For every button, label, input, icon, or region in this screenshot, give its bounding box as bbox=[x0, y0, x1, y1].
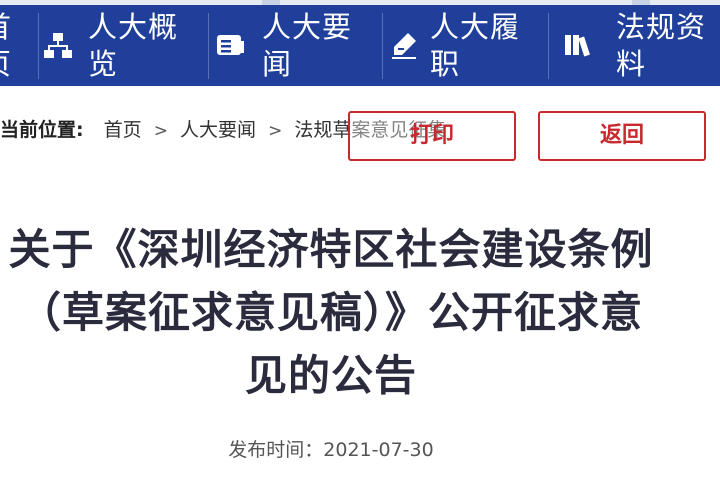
nav-item-news[interactable]: 人大要 闻 bbox=[212, 5, 382, 86]
breadcrumb-label: 当前位置: bbox=[0, 119, 84, 141]
print-button[interactable]: 打印 bbox=[348, 111, 516, 161]
nav-item-label: 法规资 料 bbox=[616, 10, 707, 81]
nav-divider bbox=[208, 13, 209, 79]
main-nav: 首 页 人大概 览 bbox=[0, 5, 720, 86]
news-card-icon bbox=[216, 31, 244, 59]
nav-item-label: 人大概 览 bbox=[88, 10, 179, 81]
books-icon bbox=[564, 31, 592, 59]
nav-item-regulations[interactable]: 法规资 料 bbox=[560, 5, 720, 86]
publish-date: 发布时间：2021-07-30 bbox=[228, 439, 434, 461]
nav-item-label: 人大要 闻 bbox=[262, 10, 353, 81]
article-title: 关于《深圳经济特区社会建设条例（草案征求意见稿）》公开征求意见的公告 bbox=[8, 225, 654, 400]
pen-signature-icon bbox=[390, 31, 418, 59]
breadcrumb-link-home[interactable]: 首页 bbox=[104, 119, 142, 141]
nav-item-overview[interactable]: 人大概 览 bbox=[40, 5, 208, 86]
breadcrumb-separator: > bbox=[268, 121, 283, 141]
breadcrumb-separator: > bbox=[153, 121, 168, 141]
nav-item-duties[interactable]: 人大履 职 bbox=[386, 5, 548, 86]
nav-divider bbox=[382, 13, 383, 79]
back-button[interactable]: 返回 bbox=[538, 111, 706, 161]
nav-divider bbox=[548, 13, 549, 79]
breadcrumb-link-news[interactable]: 人大要闻 bbox=[180, 119, 256, 141]
nav-item-label: 首 页 bbox=[0, 9, 12, 83]
nav-item-home[interactable]: 首 页 bbox=[0, 5, 32, 86]
org-chart-icon bbox=[44, 31, 72, 59]
nav-divider bbox=[38, 13, 39, 79]
nav-item-label: 人大履 职 bbox=[430, 10, 521, 81]
